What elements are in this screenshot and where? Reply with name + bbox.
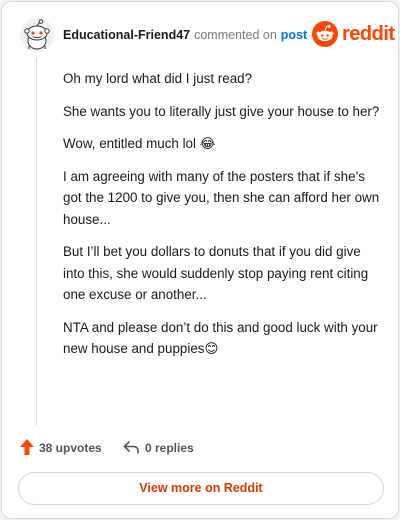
avatar[interactable] <box>20 18 54 52</box>
replies-count: 0 replies <box>145 441 194 455</box>
comment-embed-card: Educational-Friend47 commented on post red… <box>1 1 399 519</box>
commented-label: commented on <box>194 28 277 42</box>
snoo-avatar-icon <box>20 18 54 52</box>
reddit-logo[interactable]: reddit <box>312 21 395 49</box>
comment-meta: Educational-Friend47 commented on post <box>63 28 307 42</box>
author-name[interactable]: Educational-Friend47 <box>63 28 190 42</box>
comment-paragraph: But I’ll bet you dollars to donuts that … <box>63 244 369 302</box>
post-link[interactable]: post <box>281 28 307 42</box>
reddit-snoo-icon <box>312 21 338 47</box>
comment-paragraph: I am agreeing with many of the posters t… <box>63 168 380 227</box>
comment-paragraph: She wants you to literally just give you… <box>63 103 380 119</box>
comment-body: Oh my lord what did I just read? She wan… <box>63 68 381 371</box>
reddit-wordmark: reddit <box>342 23 395 45</box>
comment-paragraph: Oh my lord what did I just read? <box>63 71 253 86</box>
comment-header: Educational-Friend47 commented on post red… <box>20 18 395 52</box>
upvote-count: 38 upvotes <box>39 441 102 455</box>
comment-paragraph: NTA and please don’t do this and good lu… <box>63 319 378 357</box>
reply-arrow-icon <box>123 441 139 454</box>
view-more-on-reddit-button[interactable]: View more on Reddit <box>18 472 384 505</box>
thread-line[interactable] <box>36 58 37 426</box>
comment-paragraph: Wow, entitled much lol 😂 <box>63 136 216 151</box>
up-arrow-icon <box>20 439 34 455</box>
